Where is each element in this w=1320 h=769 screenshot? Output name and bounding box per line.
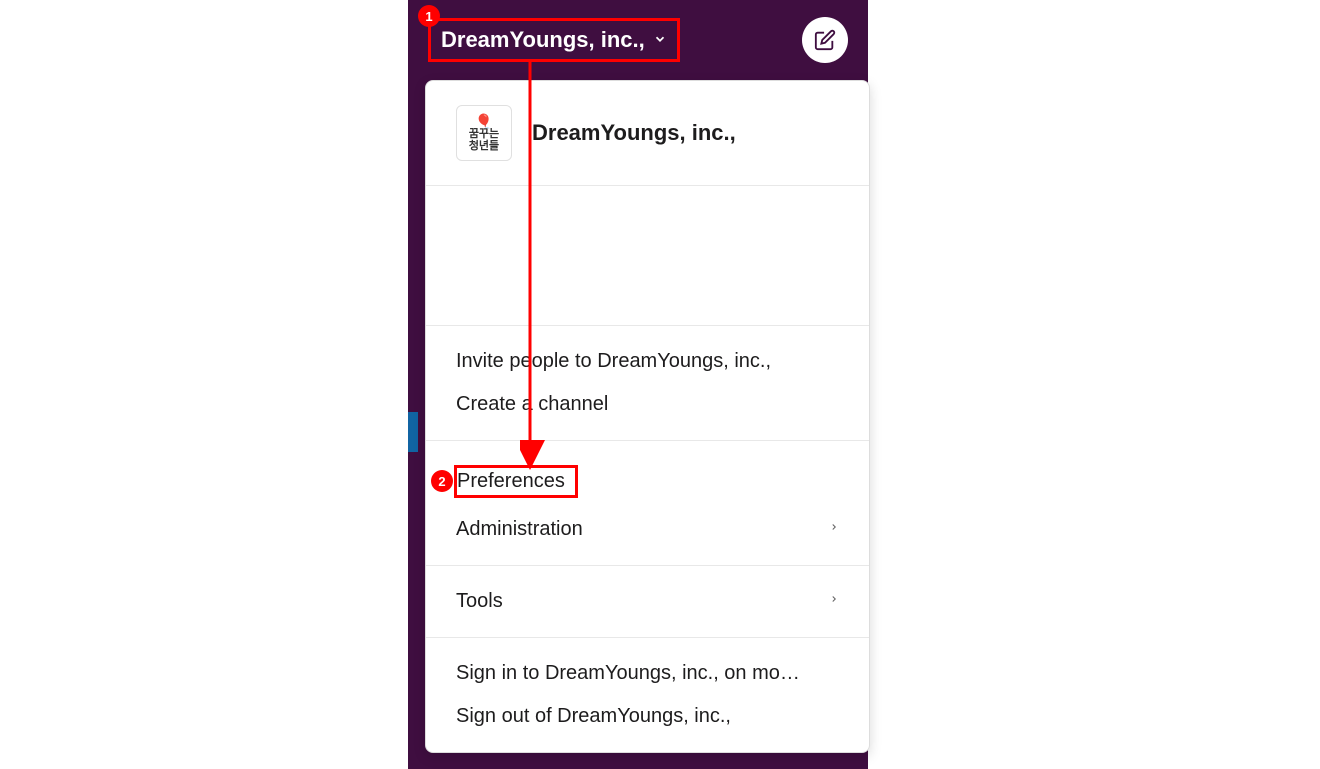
menu-item-signin-mobile[interactable]: Sign in to DreamYoungs, inc., on mo… — [426, 652, 869, 695]
workspace-dropdown-button[interactable]: DreamYoungs, inc., — [428, 18, 680, 62]
compose-icon — [814, 29, 836, 51]
sidebar-header: DreamYoungs, inc., — [408, 0, 868, 80]
menu-header: 🎈 꿈꾸는 청년들 DreamYoungs, inc., — [426, 81, 869, 186]
menu-item-label: Sign out of DreamYoungs, inc., — [456, 705, 731, 728]
workspace-name: DreamYoungs, inc., — [441, 27, 645, 53]
menu-item-tools[interactable]: Tools — [426, 580, 869, 623]
menu-item-label: Create a channel — [456, 393, 608, 416]
chevron-down-icon — [653, 32, 667, 49]
menu-item-preferences[interactable]: Preferences — [426, 455, 869, 508]
compose-button[interactable] — [802, 17, 848, 63]
workspace-dropdown-menu: 🎈 꿈꾸는 청년들 DreamYoungs, inc., Invite peop… — [425, 80, 870, 753]
menu-item-label: Invite people to DreamYoungs, inc., — [456, 350, 771, 373]
menu-item-administration[interactable]: Administration — [426, 508, 869, 551]
workspace-title: DreamYoungs, inc., — [532, 120, 736, 146]
menu-section-settings: Preferences Administration — [426, 441, 869, 566]
annotation-badge-2: 2 — [431, 470, 453, 492]
menu-item-label: Sign in to DreamYoungs, inc., on mo… — [456, 662, 800, 685]
menu-item-invite-people[interactable]: Invite people to DreamYoungs, inc., — [426, 340, 869, 383]
chevron-right-icon — [829, 591, 839, 612]
menu-spacer — [426, 186, 869, 326]
workspace-logo: 🎈 꿈꾸는 청년들 — [456, 105, 512, 161]
menu-item-label: Preferences — [457, 470, 565, 492]
annotation-badge-1: 1 — [418, 5, 440, 27]
menu-section-tools: Tools — [426, 566, 869, 638]
active-channel-indicator — [408, 412, 418, 452]
menu-item-label: Administration — [456, 518, 583, 541]
menu-item-create-channel[interactable]: Create a channel — [426, 383, 869, 426]
menu-item-label: Tools — [456, 590, 503, 613]
menu-item-signout[interactable]: Sign out of DreamYoungs, inc., — [426, 695, 869, 738]
menu-section-invite: Invite people to DreamYoungs, inc., Crea… — [426, 326, 869, 441]
chevron-right-icon — [829, 519, 839, 540]
menu-section-signin: Sign in to DreamYoungs, inc., on mo… Sig… — [426, 638, 869, 752]
